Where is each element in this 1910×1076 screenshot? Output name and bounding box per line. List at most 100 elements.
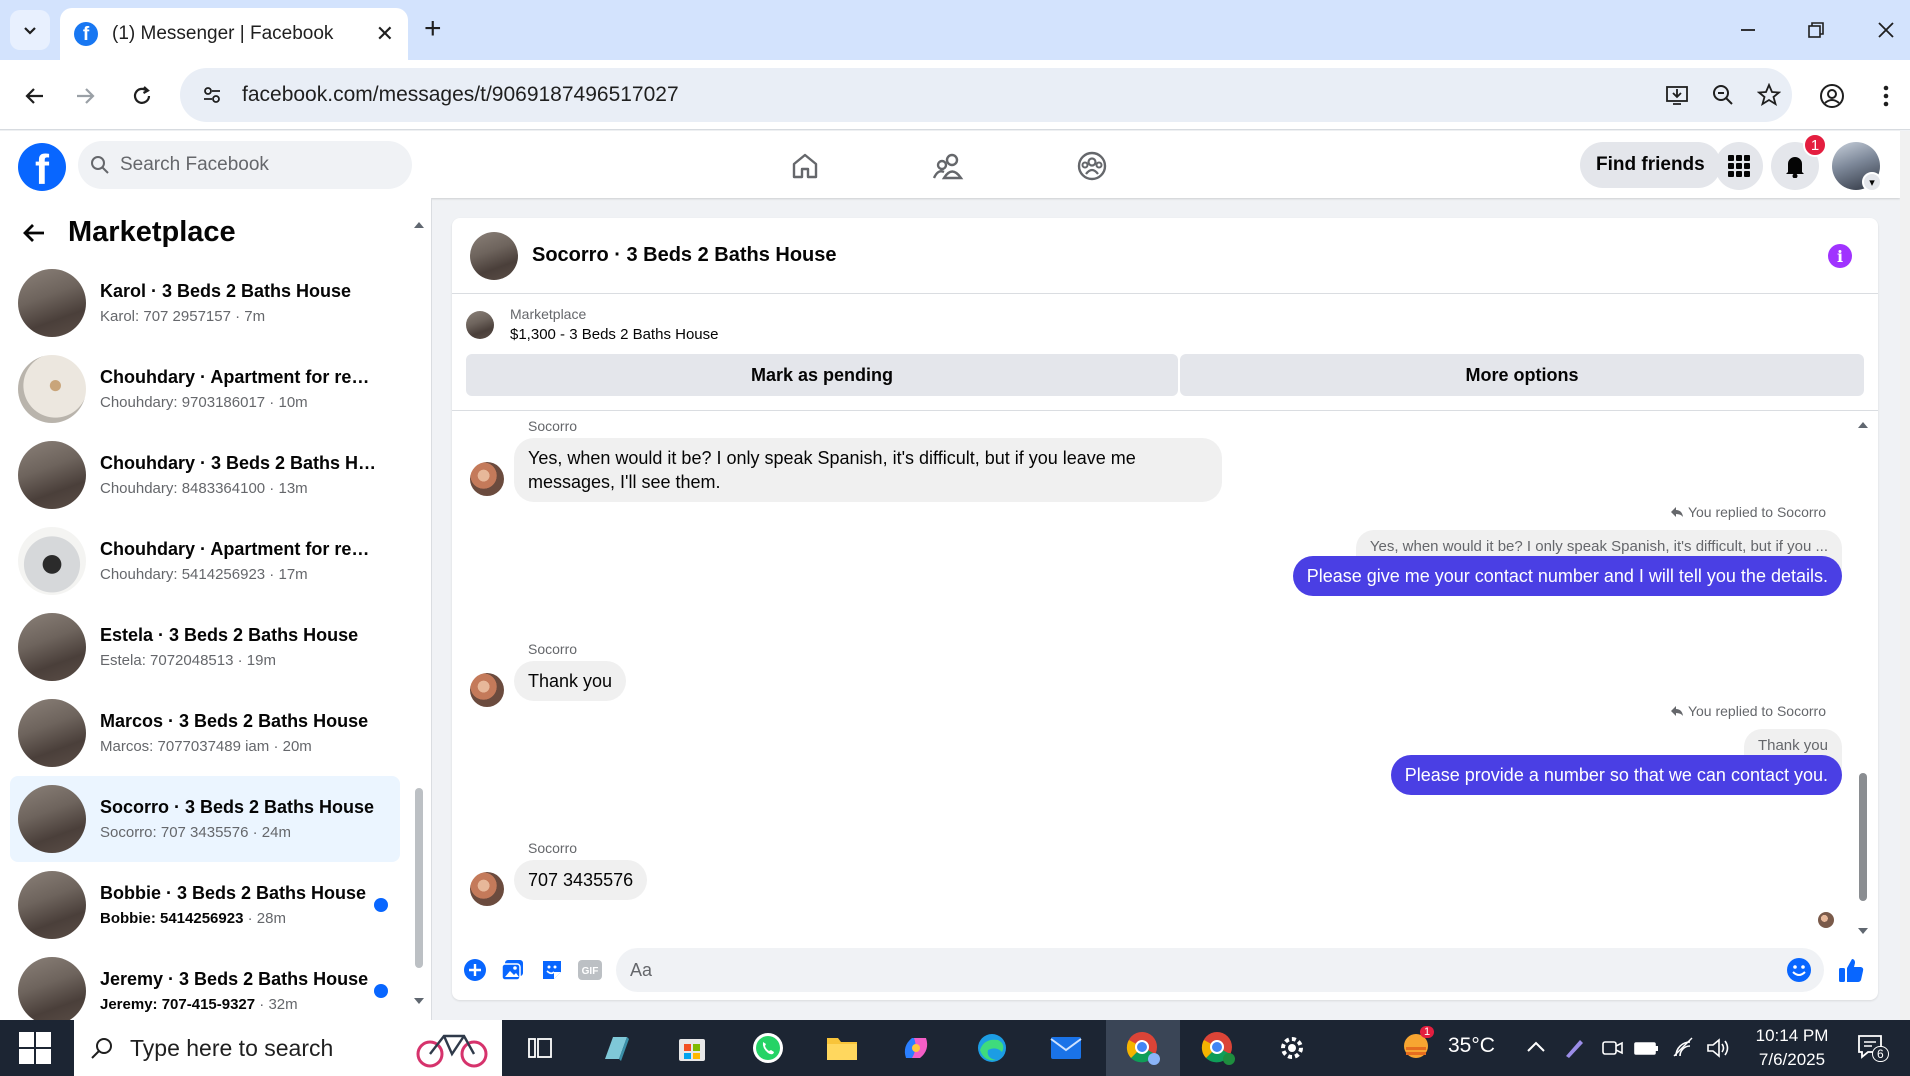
nav-friends[interactable] <box>918 143 978 189</box>
listing-summary[interactable]: Marketplace $1,300 - 3 Beds 2 Baths Hous… <box>466 306 718 343</box>
chat-list-item[interactable]: Chouhdary · Apartment for rent... Chouhda… <box>10 518 400 604</box>
message-scrollbar[interactable] <box>1856 418 1870 938</box>
conversation-title[interactable]: Socorro · 3 Beds 2 Baths House <box>532 244 837 267</box>
show-hidden-icons[interactable] <box>1526 1036 1546 1059</box>
attach-photo-button[interactable] <box>494 951 532 989</box>
message-input-box[interactable] <box>616 948 1824 992</box>
back-arrow-icon[interactable] <box>22 221 46 245</box>
facebook-logo-icon[interactable]: f <box>18 143 66 191</box>
microsoft-store-icon[interactable] <box>672 1028 712 1068</box>
scroll-up-icon[interactable] <box>412 218 426 230</box>
incoming-message[interactable]: Yes, when would it be? I only speak Span… <box>514 438 1222 502</box>
message-input[interactable] <box>630 959 1750 981</box>
back-button[interactable] <box>14 76 54 116</box>
zoom-icon[interactable] <box>1700 72 1746 118</box>
edge-browser-icon[interactable] <box>972 1028 1012 1068</box>
like-button[interactable] <box>1832 951 1870 989</box>
copilot-icon[interactable] <box>896 1028 936 1068</box>
conversation-panel: Socorro · 3 Beds 2 Baths House i Marketp… <box>452 218 1878 1000</box>
new-tab-button[interactable]: + <box>424 12 442 46</box>
more-options-button[interactable]: More options <box>1180 354 1864 396</box>
url-text[interactable]: facebook.com/messages/t/9069187496517027 <box>242 83 1654 107</box>
start-button[interactable] <box>14 1032 56 1064</box>
volume-icon[interactable] <box>1706 1036 1732 1066</box>
chat-list-item[interactable]: Marcos · 3 Beds 2 Baths House Marcos: 707… <box>10 690 400 776</box>
chat-list-item[interactable]: Chouhdary · Apartment for rent... Chouhda… <box>10 346 400 432</box>
clock[interactable]: 10:14 PM 7/6/2025 <box>1742 1024 1842 1072</box>
close-window-button[interactable] <box>1866 10 1906 50</box>
marketplace-title: Marketplace <box>68 216 236 248</box>
notification-center-button[interactable]: 6 <box>1856 1032 1889 1067</box>
settings-gear-icon[interactable] <box>1272 1028 1312 1068</box>
search-input[interactable] <box>120 154 390 176</box>
arrow-right-icon <box>77 88 95 104</box>
reload-icon <box>133 86 151 104</box>
menu-button[interactable] <box>1715 142 1763 190</box>
chat-list-item[interactable]: Estela · 3 Beds 2 Baths House Estela: 707… <box>10 604 400 690</box>
outgoing-message[interactable]: Please provide a number so that we can c… <box>1390 755 1842 795</box>
meet-now-icon[interactable] <box>1600 1036 1624 1066</box>
add-attachment-button[interactable] <box>456 951 494 989</box>
forward-button[interactable] <box>66 76 106 116</box>
reload-button[interactable] <box>122 76 162 116</box>
incoming-message[interactable]: 707 3435576 <box>514 860 648 900</box>
mail-app-icon[interactable] <box>1046 1028 1086 1068</box>
chat-list: Karol · 3 Beds 2 Baths House Karol: 707 2… <box>10 260 400 1020</box>
info-icon[interactable]: i <box>1828 244 1852 268</box>
chat-time-separator: · <box>233 652 247 669</box>
find-friends-button[interactable]: Find friends <box>1580 142 1721 188</box>
scroll-up-icon[interactable] <box>1856 418 1870 430</box>
chat-list-item[interactable]: Socorro · 3 Beds 2 Baths House Socorro: 7… <box>10 776 400 862</box>
restore-button[interactable] <box>1796 10 1836 50</box>
conversation-avatar[interactable] <box>470 231 518 280</box>
taskbar-search[interactable]: Type here to search <box>74 1020 502 1076</box>
chat-list-item[interactable]: Karol · 3 Beds 2 Baths House Karol: 707 2… <box>10 260 400 346</box>
task-view-icon[interactable] <box>520 1028 560 1068</box>
notepad-app-icon[interactable] <box>596 1028 636 1068</box>
nav-groups[interactable] <box>1062 143 1122 189</box>
sender-avatar[interactable] <box>470 462 504 496</box>
profile-chevron-icon[interactable]: ▾ <box>1862 172 1882 192</box>
chat-preview-text: Bobbie: 5414256923 <box>100 910 244 927</box>
address-bar[interactable]: facebook.com/messages/t/9069187496517027 <box>180 68 1792 122</box>
browser-menu-button[interactable] <box>1866 76 1906 116</box>
chat-list-item[interactable]: Bobbie · 3 Beds 2 Baths House Bobbie: 541… <box>10 862 400 948</box>
tab-search-button[interactable] <box>10 10 50 50</box>
minimize-button[interactable] <box>1728 10 1768 50</box>
battery-icon[interactable] <box>1634 1036 1660 1066</box>
chrome-second-profile-icon[interactable] <box>1198 1028 1238 1068</box>
mark-as-pending-button[interactable]: Mark as pending <box>466 354 1178 396</box>
whatsapp-icon[interactable] <box>748 1028 788 1068</box>
sender-avatar[interactable] <box>470 872 504 906</box>
chat-list-scrollbar[interactable] <box>412 218 426 1008</box>
bookmark-star-icon[interactable] <box>1746 72 1792 118</box>
scroll-down-icon[interactable] <box>412 996 426 1008</box>
pen-icon[interactable] <box>1562 1036 1586 1066</box>
tab-close-icon[interactable]: ✕ <box>376 21 394 47</box>
emoji-icon[interactable] <box>1786 957 1812 983</box>
chat-list-scroll-thumb[interactable] <box>415 788 423 968</box>
photo-icon <box>501 960 523 981</box>
chrome-profile-icon[interactable] <box>1123 1028 1163 1068</box>
chat-name: Jeremy · 3 Beds 2 Baths House <box>100 969 369 989</box>
site-info-icon[interactable] <box>194 77 230 113</box>
outgoing-message[interactable]: Please give me your contact number and I… <box>1292 556 1842 596</box>
sender-avatar[interactable] <box>470 673 504 707</box>
gif-button[interactable]: GIF <box>571 951 609 989</box>
install-app-icon[interactable] <box>1654 72 1700 118</box>
file-explorer-icon[interactable] <box>822 1028 862 1068</box>
scroll-down-icon[interactable] <box>1856 926 1870 938</box>
browser-tab[interactable]: f (1) Messenger | Facebook ✕ <box>60 8 408 60</box>
nav-home[interactable] <box>775 143 835 189</box>
chat-list-item[interactable]: Jeremy · 3 Beds 2 Baths House Jeremy: 707… <box>10 948 400 1020</box>
chat-time: 20m <box>282 738 312 755</box>
page-scrollbar[interactable] <box>1900 131 1910 1020</box>
incoming-message[interactable]: Thank you <box>514 661 627 701</box>
message-scroll-thumb[interactable] <box>1859 773 1867 901</box>
weather-widget[interactable]: 1 35°C <box>1400 1026 1495 1062</box>
sticker-button[interactable] <box>533 951 571 989</box>
profile-button[interactable] <box>1812 76 1852 116</box>
wifi-icon[interactable] <box>1672 1036 1696 1066</box>
chat-list-item[interactable]: Chouhdary · 3 Beds 2 Baths Ho... Chouhdar… <box>10 432 400 518</box>
facebook-search[interactable] <box>78 141 412 189</box>
